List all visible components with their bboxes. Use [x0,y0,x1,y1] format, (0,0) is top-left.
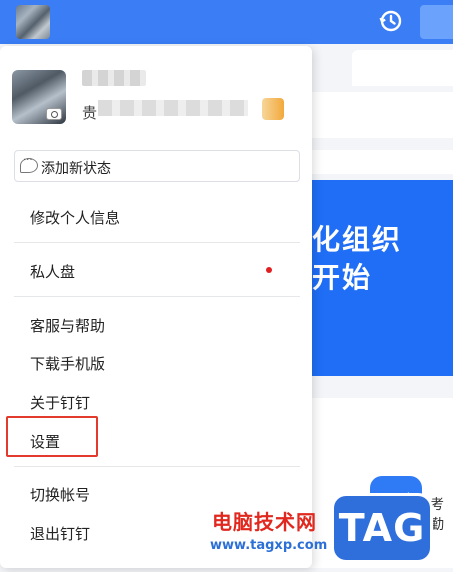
menu-item-support[interactable]: 客服与帮助 [30,315,105,336]
watermark-url: www.tagxp.com [210,538,328,553]
divider [14,466,300,467]
app-label: 考勤 [430,497,444,533]
add-status-button[interactable]: 添加新状态 [14,150,300,182]
settings-highlight-box [6,416,98,457]
crown-icon[interactable] [262,98,284,120]
divider [14,242,300,243]
history-icon[interactable] [378,8,404,34]
divider [14,296,300,297]
user-avatar[interactable] [16,5,50,39]
banner-text: 化组织 [312,223,403,256]
chat-bubble-icon [20,155,38,173]
profile-menu: 贵 添加新状态 修改个人信息 私人盘 客服与帮助 下载手机版 关于钉钉 设置 切… [0,46,312,568]
menu-item-edit-profile[interactable]: 修改个人信息 [30,207,120,228]
add-status-label: 添加新状态 [41,161,111,177]
org-name-redacted [98,100,248,116]
content-card [300,150,453,174]
top-right-tile[interactable] [420,5,453,39]
banner-text: 开始 [312,261,373,294]
org-name: 贵 [82,104,98,122]
menu-item-exit[interactable]: 退出钉钉 [30,523,90,544]
camera-icon[interactable] [46,108,62,120]
menu-item-private-disk[interactable]: 私人盘 [30,261,75,282]
watermark-logo: TAG [334,496,430,560]
content-tab[interactable] [352,50,453,86]
content-card [300,92,453,138]
notification-dot [266,267,272,273]
menu-item-download-mobile[interactable]: 下载手机版 [30,353,105,374]
menu-item-switch-account[interactable]: 切换帐号 [30,484,90,505]
user-name-redacted [82,70,146,86]
top-bar [0,0,453,44]
menu-item-about[interactable]: 关于钉钉 [30,392,90,413]
watermark-title: 电脑技术网 [212,510,317,534]
